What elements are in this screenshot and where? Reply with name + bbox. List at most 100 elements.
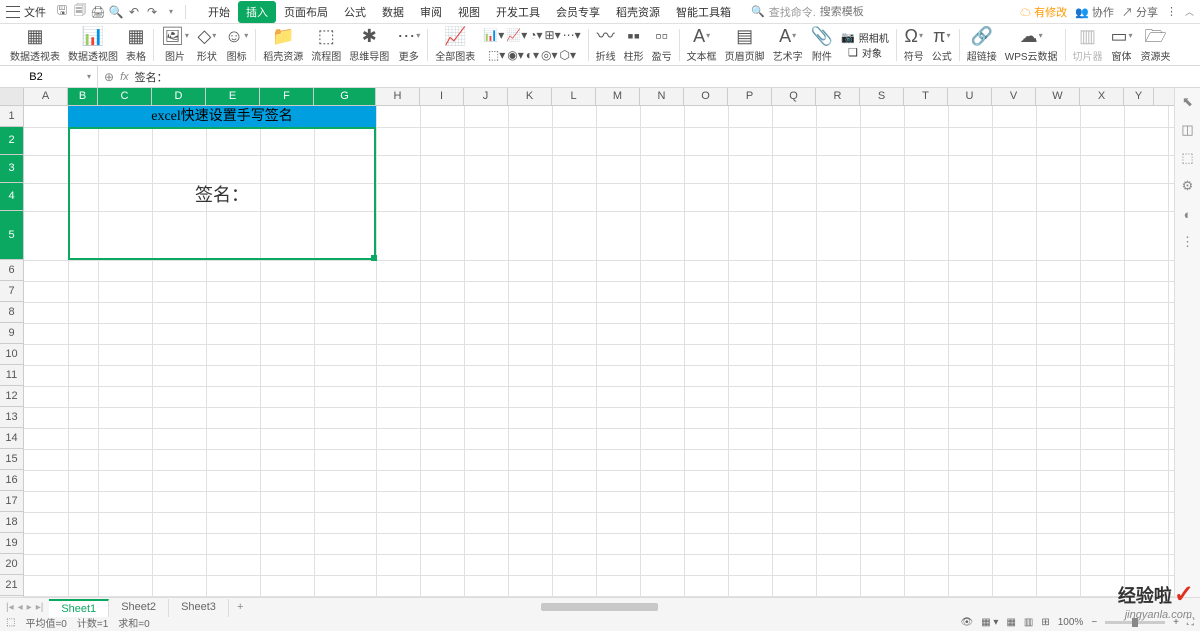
wordart-button[interactable]: A▾艺术字: [769, 26, 807, 63]
qat-dropdown-icon[interactable]: ▾: [163, 4, 179, 20]
changes-indicator[interactable]: ☁ 有修改: [1020, 4, 1067, 20]
tab-data[interactable]: 数据: [374, 1, 412, 23]
print-icon[interactable]: 🖨: [90, 4, 106, 20]
textbox-button[interactable]: A▾文本框: [683, 26, 721, 63]
tab-layout[interactable]: 页面布局: [276, 1, 336, 23]
collab-button[interactable]: 👥 协作: [1075, 4, 1114, 20]
pivot-table-button[interactable]: ▦数据透视表: [6, 26, 64, 63]
row-2[interactable]: 2: [0, 127, 23, 155]
row-13[interactable]: 13: [0, 407, 23, 428]
cells-area[interactable]: excel快速设置手写签名 签名：: [24, 106, 1174, 605]
col-R[interactable]: R: [816, 88, 860, 105]
side-style-icon[interactable]: ◫: [1180, 122, 1196, 138]
col-A[interactable]: A: [24, 88, 68, 105]
col-H[interactable]: H: [376, 88, 420, 105]
fill-handle[interactable]: [371, 255, 377, 261]
zoom-slider[interactable]: [1105, 621, 1165, 624]
hyperlink-button[interactable]: 🔗超链接: [963, 26, 1001, 63]
search-box[interactable]: 🔍 查找命令.: [751, 4, 900, 20]
pivot-chart-button[interactable]: 📊数据透视图: [64, 26, 122, 63]
row-11[interactable]: 11: [0, 365, 23, 386]
sheet-add-button[interactable]: +: [229, 599, 251, 617]
tab-insert[interactable]: 插入: [238, 1, 276, 23]
tab-start[interactable]: 开始: [200, 1, 238, 23]
zoom-label[interactable]: 100%: [1058, 617, 1084, 628]
col-M[interactable]: M: [596, 88, 640, 105]
chart-types-group[interactable]: 📊▾📈▾◔▾⊞▾⋯▾ ⬚▾◉▾◐▾◎▾⬡▾: [479, 26, 584, 63]
search-input[interactable]: [820, 6, 900, 18]
mindmap-button[interactable]: ✱思维导图: [345, 26, 393, 63]
equation-button[interactable]: π▾公式: [928, 26, 956, 63]
side-backup-icon[interactable]: ◐: [1180, 206, 1196, 222]
col-W[interactable]: W: [1036, 88, 1080, 105]
share-button[interactable]: ↗ 分享: [1122, 4, 1158, 20]
name-box[interactable]: ▾: [0, 66, 98, 87]
tab-tools[interactable]: 智能工具箱: [668, 1, 739, 23]
row-16[interactable]: 16: [0, 470, 23, 491]
tab-formula[interactable]: 公式: [336, 1, 374, 23]
formula-input[interactable]: 签名：: [135, 69, 1194, 85]
form-button[interactable]: ▭▾窗体: [1107, 26, 1137, 63]
resource-button[interactable]: 🗁资源夹: [1137, 26, 1175, 63]
col-B[interactable]: B: [68, 88, 98, 105]
fx-btn-1[interactable]: ⊕: [104, 70, 114, 84]
row-15[interactable]: 15: [0, 449, 23, 470]
cloud-data-button[interactable]: ☁▾WPS云数据: [1001, 26, 1062, 63]
zoom-out-icon[interactable]: −: [1091, 617, 1097, 628]
row-19[interactable]: 19: [0, 533, 23, 554]
header-footer-button[interactable]: ▤页眉页脚: [721, 26, 769, 63]
sheet-first-icon[interactable]: |◂: [6, 602, 14, 613]
row-4[interactable]: 4: [0, 183, 23, 211]
sheet-tab-1[interactable]: Sheet1: [49, 599, 109, 617]
h-scroll-thumb[interactable]: [541, 603, 658, 611]
h-scrollbar[interactable]: [271, 603, 1170, 613]
col-S[interactable]: S: [860, 88, 904, 105]
more-icon[interactable]: ⋮: [1166, 5, 1177, 18]
sheet-tab-3[interactable]: Sheet3: [169, 599, 229, 617]
flowchart-button[interactable]: ⬚流程图: [307, 26, 345, 63]
tab-view[interactable]: 视图: [450, 1, 488, 23]
sheet-tab-2[interactable]: Sheet2: [109, 599, 169, 617]
sparkline-column-button[interactable]: ▪▪柱形: [620, 26, 648, 63]
redo-icon[interactable]: ↷: [144, 4, 160, 20]
col-I[interactable]: I: [420, 88, 464, 105]
row-8[interactable]: 8: [0, 302, 23, 323]
row-7[interactable]: 7: [0, 281, 23, 302]
col-N[interactable]: N: [640, 88, 684, 105]
col-K[interactable]: K: [508, 88, 552, 105]
tab-member[interactable]: 会员专享: [548, 1, 608, 23]
docer-button[interactable]: 📁稻壳资源: [259, 26, 307, 63]
row-18[interactable]: 18: [0, 512, 23, 533]
tab-resources[interactable]: 稻壳资源: [608, 1, 668, 23]
menu-icon[interactable]: [6, 6, 20, 18]
view-icon-2[interactable]: ▦ ▾: [981, 617, 998, 628]
sheet-next-icon[interactable]: ▸: [27, 602, 32, 613]
col-Q[interactable]: Q: [772, 88, 816, 105]
col-F[interactable]: F: [260, 88, 314, 105]
undo-icon[interactable]: ↶: [126, 4, 142, 20]
view-page-icon[interactable]: ▥: [1024, 617, 1033, 628]
sparkline-line-button[interactable]: 〰折线: [592, 26, 620, 63]
col-V[interactable]: V: [992, 88, 1036, 105]
view-normal-icon[interactable]: ▦: [1006, 617, 1015, 628]
col-L[interactable]: L: [552, 88, 596, 105]
col-T[interactable]: T: [904, 88, 948, 105]
col-O[interactable]: O: [684, 88, 728, 105]
row-17[interactable]: 17: [0, 491, 23, 512]
title-merged-cell[interactable]: excel快速设置手写签名: [68, 106, 376, 127]
col-G[interactable]: G: [314, 88, 376, 105]
more-button[interactable]: ⋯▾更多: [393, 26, 424, 63]
col-U[interactable]: U: [948, 88, 992, 105]
col-Y[interactable]: Y: [1124, 88, 1154, 105]
row-21[interactable]: 21: [0, 575, 23, 596]
sheet-last-icon[interactable]: ▸|: [36, 602, 44, 613]
table-button[interactable]: ▦表格: [122, 26, 150, 63]
shapes-button[interactable]: ◇▾形状: [193, 26, 221, 63]
row-9[interactable]: 9: [0, 323, 23, 344]
name-box-input[interactable]: [6, 71, 66, 83]
name-box-dropdown-icon[interactable]: ▾: [87, 72, 91, 81]
col-D[interactable]: D: [152, 88, 206, 105]
col-J[interactable]: J: [464, 88, 508, 105]
row-3[interactable]: 3: [0, 155, 23, 183]
attachment-button[interactable]: 📎附件: [807, 26, 837, 63]
